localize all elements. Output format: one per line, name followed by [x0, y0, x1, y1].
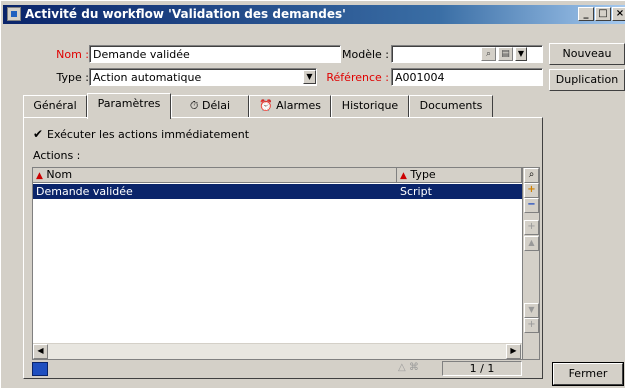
actions-label: Actions :	[33, 149, 81, 162]
minimize-button[interactable]: _	[578, 7, 594, 21]
column-header-type[interactable]: ▲ Type	[397, 168, 522, 183]
alarm-clock-icon: ⏰	[258, 99, 273, 112]
expand-icon[interactable]: +	[524, 220, 539, 235]
fermer-button[interactable]: Fermer	[552, 362, 624, 386]
tab-documents-label: Documents	[419, 99, 483, 112]
reference-label: Référence :	[326, 71, 389, 84]
scroll-right-icon[interactable]: ▶	[506, 344, 521, 359]
expand-bottom-icon[interactable]: +	[524, 318, 539, 333]
tab-alarmes[interactable]: ⏰ Alarmes	[249, 95, 331, 117]
title-bar[interactable]: Activité du workflow 'Validation des dem…	[3, 5, 625, 24]
execute-immediately-label: Exécuter les actions immédiatement	[47, 128, 250, 141]
search-icon[interactable]: ⌕	[524, 168, 539, 183]
row-nom-cell: Demande validée	[36, 185, 133, 198]
column-header-nom-label: Nom	[46, 168, 73, 181]
tab-documents[interactable]: Documents	[409, 95, 493, 117]
remove-row-icon[interactable]: −	[524, 198, 539, 213]
type-label: Type :	[56, 71, 89, 84]
actions-table: ▲ Nom ▲ Type Demande validée Script ⌕ + …	[32, 167, 540, 360]
detail-icon[interactable]: ▤	[498, 47, 513, 61]
add-row-icon[interactable]: +	[524, 183, 539, 198]
app-icon	[7, 7, 21, 21]
workflow-activity-window: Activité du workflow 'Validation des dem…	[0, 0, 625, 388]
maximize-button[interactable]: □	[595, 7, 611, 21]
sort-arrow-icon: ▲	[36, 171, 43, 181]
type-select[interactable]: Action automatique	[89, 68, 317, 86]
scroll-up-icon[interactable]: ▲	[524, 236, 539, 251]
record-counter: 1 / 1	[442, 361, 522, 376]
grid-status-bar: △ ⌘ 1 / 1	[32, 361, 540, 377]
reference-field[interactable]: A001004	[391, 68, 543, 86]
window-title: Activité du workflow 'Validation des dem…	[25, 7, 346, 21]
nom-field[interactable]: Demande validée	[89, 45, 341, 63]
tab-alarmes-label: Alarmes	[276, 99, 322, 112]
grid-options-icon[interactable]	[32, 362, 48, 376]
nom-label: Nom :	[56, 48, 89, 61]
type-dropdown-arrow-icon[interactable]: ▼	[303, 70, 316, 84]
close-button[interactable]: ×	[612, 7, 625, 21]
column-header-nom[interactable]: ▲ Nom	[33, 168, 397, 183]
nouveau-button[interactable]: Nouveau	[549, 43, 625, 65]
vertical-scrollbar[interactable]: ⌕ + − + ▲ ▼ +	[522, 168, 539, 359]
tab-historique-label: Historique	[341, 99, 399, 112]
modele-label: Modèle :	[342, 48, 389, 61]
search-icon[interactable]: ⌕	[481, 47, 496, 61]
filter-icon[interactable]: △ ⌘	[398, 362, 419, 373]
row-type-cell: Script	[400, 185, 432, 198]
clock-icon: ⏱	[189, 99, 199, 112]
tab-general[interactable]: Général	[23, 95, 87, 117]
duplication-button[interactable]: Duplication	[549, 69, 625, 91]
tab-parametres-label: Paramètres	[97, 97, 161, 110]
sort-arrow-icon: ▲	[400, 171, 407, 181]
tab-general-label: Général	[33, 99, 77, 112]
scroll-left-icon[interactable]: ◀	[33, 344, 48, 359]
tab-delai[interactable]: ⏱ Délai	[171, 95, 249, 117]
modele-dropdown-arrow-icon[interactable]: ▼	[515, 47, 527, 61]
tab-delai-label: Délai	[202, 99, 231, 112]
horizontal-scrollbar[interactable]: ◀ ▶	[33, 343, 522, 359]
tab-parametres[interactable]: Paramètres	[87, 93, 171, 119]
tab-historique[interactable]: Historique	[331, 95, 409, 117]
table-row[interactable]: Demande validée Script	[33, 184, 522, 199]
checkbox-execute-immediately[interactable]: ✔	[33, 128, 45, 140]
scroll-down-icon[interactable]: ▼	[524, 303, 539, 318]
column-header-type-label: Type	[410, 168, 436, 181]
